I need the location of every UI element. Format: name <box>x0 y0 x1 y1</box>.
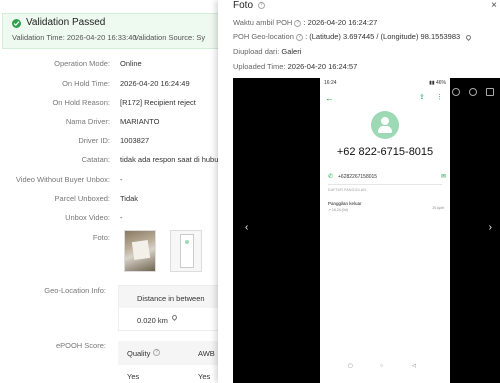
help-icon[interactable]: ? <box>153 349 160 356</box>
next-image-button[interactable]: › <box>489 222 492 233</box>
distance-value: 0.020 km <box>137 316 168 325</box>
validation-source: Validation Source: Sy <box>134 33 206 42</box>
check-circle-icon <box>12 19 21 28</box>
detail-row-video-without-buyer-unbox: Video Without Buyer Unbox: - <box>0 175 230 189</box>
poh-time-label: Waktu ambil POH <box>233 18 293 27</box>
back-arrow-icon: ← <box>325 93 334 103</box>
zoom-out-icon[interactable] <box>452 88 460 96</box>
share-icon: ⇪ <box>419 94 425 101</box>
quality-value: Yes <box>127 372 140 381</box>
phone-nav-bar: ▢ ○ ◁ <box>320 360 450 374</box>
validation-banner: Validation Passed Validation Time: 2026-… <box>2 13 230 49</box>
back-icon: ◁ <box>412 363 416 369</box>
help-icon[interactable]: ? <box>257 1 265 9</box>
location-pin-icon[interactable] <box>465 33 473 42</box>
upload-source-row: Diupload dari: Galeri <box>233 47 301 56</box>
home-icon: ○ <box>380 363 384 369</box>
awb-column-header: AWB <box>198 349 215 358</box>
photo-thumbnail-screenshot[interactable] <box>170 230 202 272</box>
detail-value: - <box>120 213 123 222</box>
status-time: 16:24 <box>324 80 337 86</box>
poh-time-value: : 2026-04-20 16:24:27 <box>303 18 378 27</box>
contact-number: +62 822-6715-8015 <box>336 146 434 158</box>
detail-value: 1003827 <box>120 136 150 145</box>
call-history-label: DAFTAR PANGGILAN <box>328 188 367 192</box>
validation-title: Validation Passed <box>26 17 106 28</box>
location-pin-icon <box>170 313 179 322</box>
more-options-icon: ⋮ <box>436 94 443 101</box>
detail-value: tidak ada respon saat di hubun <box>120 155 223 164</box>
call-row-number: +6282267158015 <box>338 174 378 180</box>
call-time: ↗ 16.24 (0d) <box>328 208 348 212</box>
foto-panel: Foto ? × Waktu ambil POH ? : 2026-04-20 … <box>218 0 500 383</box>
status-battery: ▮▮ 46% <box>429 80 446 86</box>
validation-time: Validation Time: 2026-04-20 16:33:40 <box>12 33 137 42</box>
foto-panel-title: Foto <box>233 0 254 11</box>
detail-row-on-hold-reason: On Hold Reason: [R172] Recipient reject <box>0 98 230 112</box>
detail-row-unbox-video: Unbox Video: - <box>0 213 230 227</box>
phone-status-bar: 16:24 ▮▮ 46% <box>320 78 450 88</box>
detail-row-catatan: Catatan: tidak ada respon saat di hubun <box>0 155 230 169</box>
geo-location-label: Geo-Location Info: <box>44 286 106 295</box>
rotate-icon[interactable] <box>486 88 494 96</box>
poh-geo-label: POH Geo-location <box>233 32 294 41</box>
photo-thumbnail-parcel[interactable] <box>124 230 156 272</box>
poh-geo-row: POH Geo-location ? : (Latitude) 3.697445… <box>233 32 473 42</box>
detail-row-parcel-unboxed: Parcel Unboxed: Tidak <box>0 194 230 208</box>
uploaded-time-value: 2026-04-20 16:24:57 <box>287 62 358 71</box>
detail-value: Tidak <box>120 194 139 203</box>
phone-screenshot: 16:24 ▮▮ 46% ← ⇪ ⋮ +62 822-6715-8015 ✆ +… <box>320 78 450 383</box>
phone-icon: ✆ <box>328 174 334 180</box>
detail-label: Video Without Buyer Unbox: <box>15 175 110 184</box>
uploaded-time-row: Uploaded Time: 2026-04-20 16:24:57 <box>233 62 357 71</box>
divider <box>328 184 442 185</box>
detail-label: Operation Mode: <box>54 59 110 68</box>
detail-value: MARIANTO <box>120 117 160 126</box>
upload-source-value: Galeri <box>281 47 302 56</box>
epooh-score-table-header: Quality ? AWB <box>118 341 230 365</box>
distance-column-header: Distance in between <box>119 286 230 308</box>
detail-label: Foto: <box>92 233 110 242</box>
epooh-score-label: ePOOH Score: <box>55 341 106 350</box>
previous-image-button[interactable]: ‹ <box>245 222 248 233</box>
upload-source-label: Diupload dari: <box>233 47 280 56</box>
detail-label: On Hold Time: <box>62 79 110 88</box>
help-icon[interactable]: ? <box>295 33 303 41</box>
call-type: Panggilan keluar <box>328 201 362 206</box>
zoom-in-icon[interactable] <box>469 88 477 96</box>
detail-row-operation-mode: Operation Mode: Online <box>0 59 230 73</box>
contact-avatar-icon <box>371 111 399 139</box>
detail-panel: Validation Passed Validation Time: 2026-… <box>0 0 230 383</box>
detail-row-driver-name: Nama Driver: MARIANTO <box>0 117 230 131</box>
detail-row-on-hold-time: On Hold Time: 2026-04-20 16:24:49 <box>0 79 230 93</box>
quality-column-header: Quality <box>127 349 151 358</box>
detail-label: Nama Driver: <box>65 117 110 126</box>
poh-time-row: Waktu ambil POH ? : 2026-04-20 16:24:27 <box>233 18 377 27</box>
detail-label: Unbox Video: <box>65 213 110 222</box>
detail-label: Catatan: <box>81 155 110 164</box>
uploaded-time-label: Uploaded Time: <box>233 62 286 71</box>
detail-label: On Hold Reason: <box>52 98 110 107</box>
geo-location-table: Distance in between 0.020 km <box>118 285 230 331</box>
image-viewer: ‹ › 16:24 ▮▮ 46% ← ⇪ ⋮ +62 822-6715-8015… <box>233 78 500 383</box>
detail-value: - <box>120 175 123 184</box>
awb-value: Yes <box>198 372 211 381</box>
detail-value: [R172] Recipient reject <box>120 98 196 107</box>
recent-apps-icon: ▢ <box>348 363 353 369</box>
detail-label: Driver ID: <box>78 136 110 145</box>
message-icon: ✉ <box>440 174 446 180</box>
detail-row-driver-id: Driver ID: 1003827 <box>0 136 230 150</box>
help-icon[interactable]: ? <box>294 19 302 27</box>
detail-value: 2026-04-20 16:24:49 <box>120 79 190 88</box>
detail-value: Online <box>120 59 142 68</box>
foto-panel-header: Foto ? <box>233 0 265 11</box>
detail-label: Parcel Unboxed: <box>54 194 110 203</box>
close-icon[interactable]: × <box>491 0 497 11</box>
poh-geo-value: : (Latitude) 3.697445 / (Longitude) 98.1… <box>305 32 461 41</box>
call-date: 20 April <box>432 206 444 210</box>
